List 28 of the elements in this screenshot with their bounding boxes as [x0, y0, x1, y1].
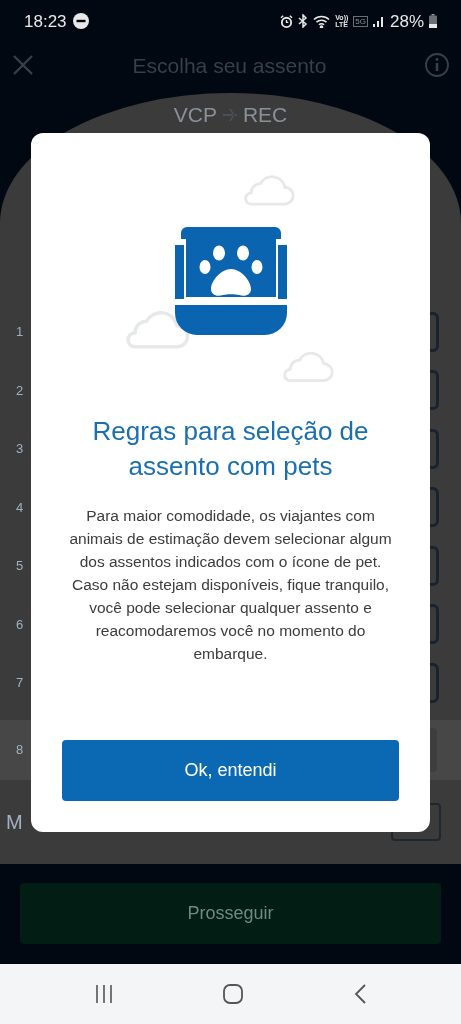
row-number: 4 [16, 498, 24, 517]
recent-apps-icon[interactable] [94, 982, 115, 1005]
row-number: 8 [16, 741, 24, 760]
dialog-title: Regras para seleção de assento com pets [91, 415, 370, 483]
row-number: 7 [16, 674, 24, 693]
clock-time: 18:23 [24, 10, 67, 33]
pet-seat-icon [175, 225, 287, 335]
row-number: 6 [16, 615, 24, 634]
wifi-icon [313, 14, 331, 28]
battery-icon [429, 14, 437, 29]
ok-button[interactable]: Ok, entendi [62, 740, 399, 801]
home-icon[interactable] [222, 982, 245, 1005]
route-origin: VCP [173, 101, 217, 128]
row-number: 5 [16, 557, 24, 576]
alarm-icon [280, 14, 294, 28]
row-number: 1 [16, 323, 24, 342]
route-destination: REC [242, 101, 288, 128]
network-label: 5G [353, 15, 368, 27]
legend-label: M [6, 810, 23, 836]
row-number: 2 [16, 381, 24, 400]
header-title: Escolha seu assento [132, 52, 327, 79]
do-not-disturb-icon [72, 13, 89, 30]
signal-icon [372, 15, 385, 28]
dialog-message: Para maior comodidade, os viajantes com animais de estimação devem selecionar algum dos assentos indicados com o ícone de pet. Caso não estejam disponíveis, fique tranquilo, você pode selecionar qualquer assento e reacomodaremos você no momento do embarque. [68, 506, 393, 664]
row-number: 3 [16, 440, 24, 459]
battery-percent: 28% [389, 10, 424, 33]
back-icon[interactable] [352, 982, 367, 1005]
bluetooth-icon [298, 14, 309, 29]
